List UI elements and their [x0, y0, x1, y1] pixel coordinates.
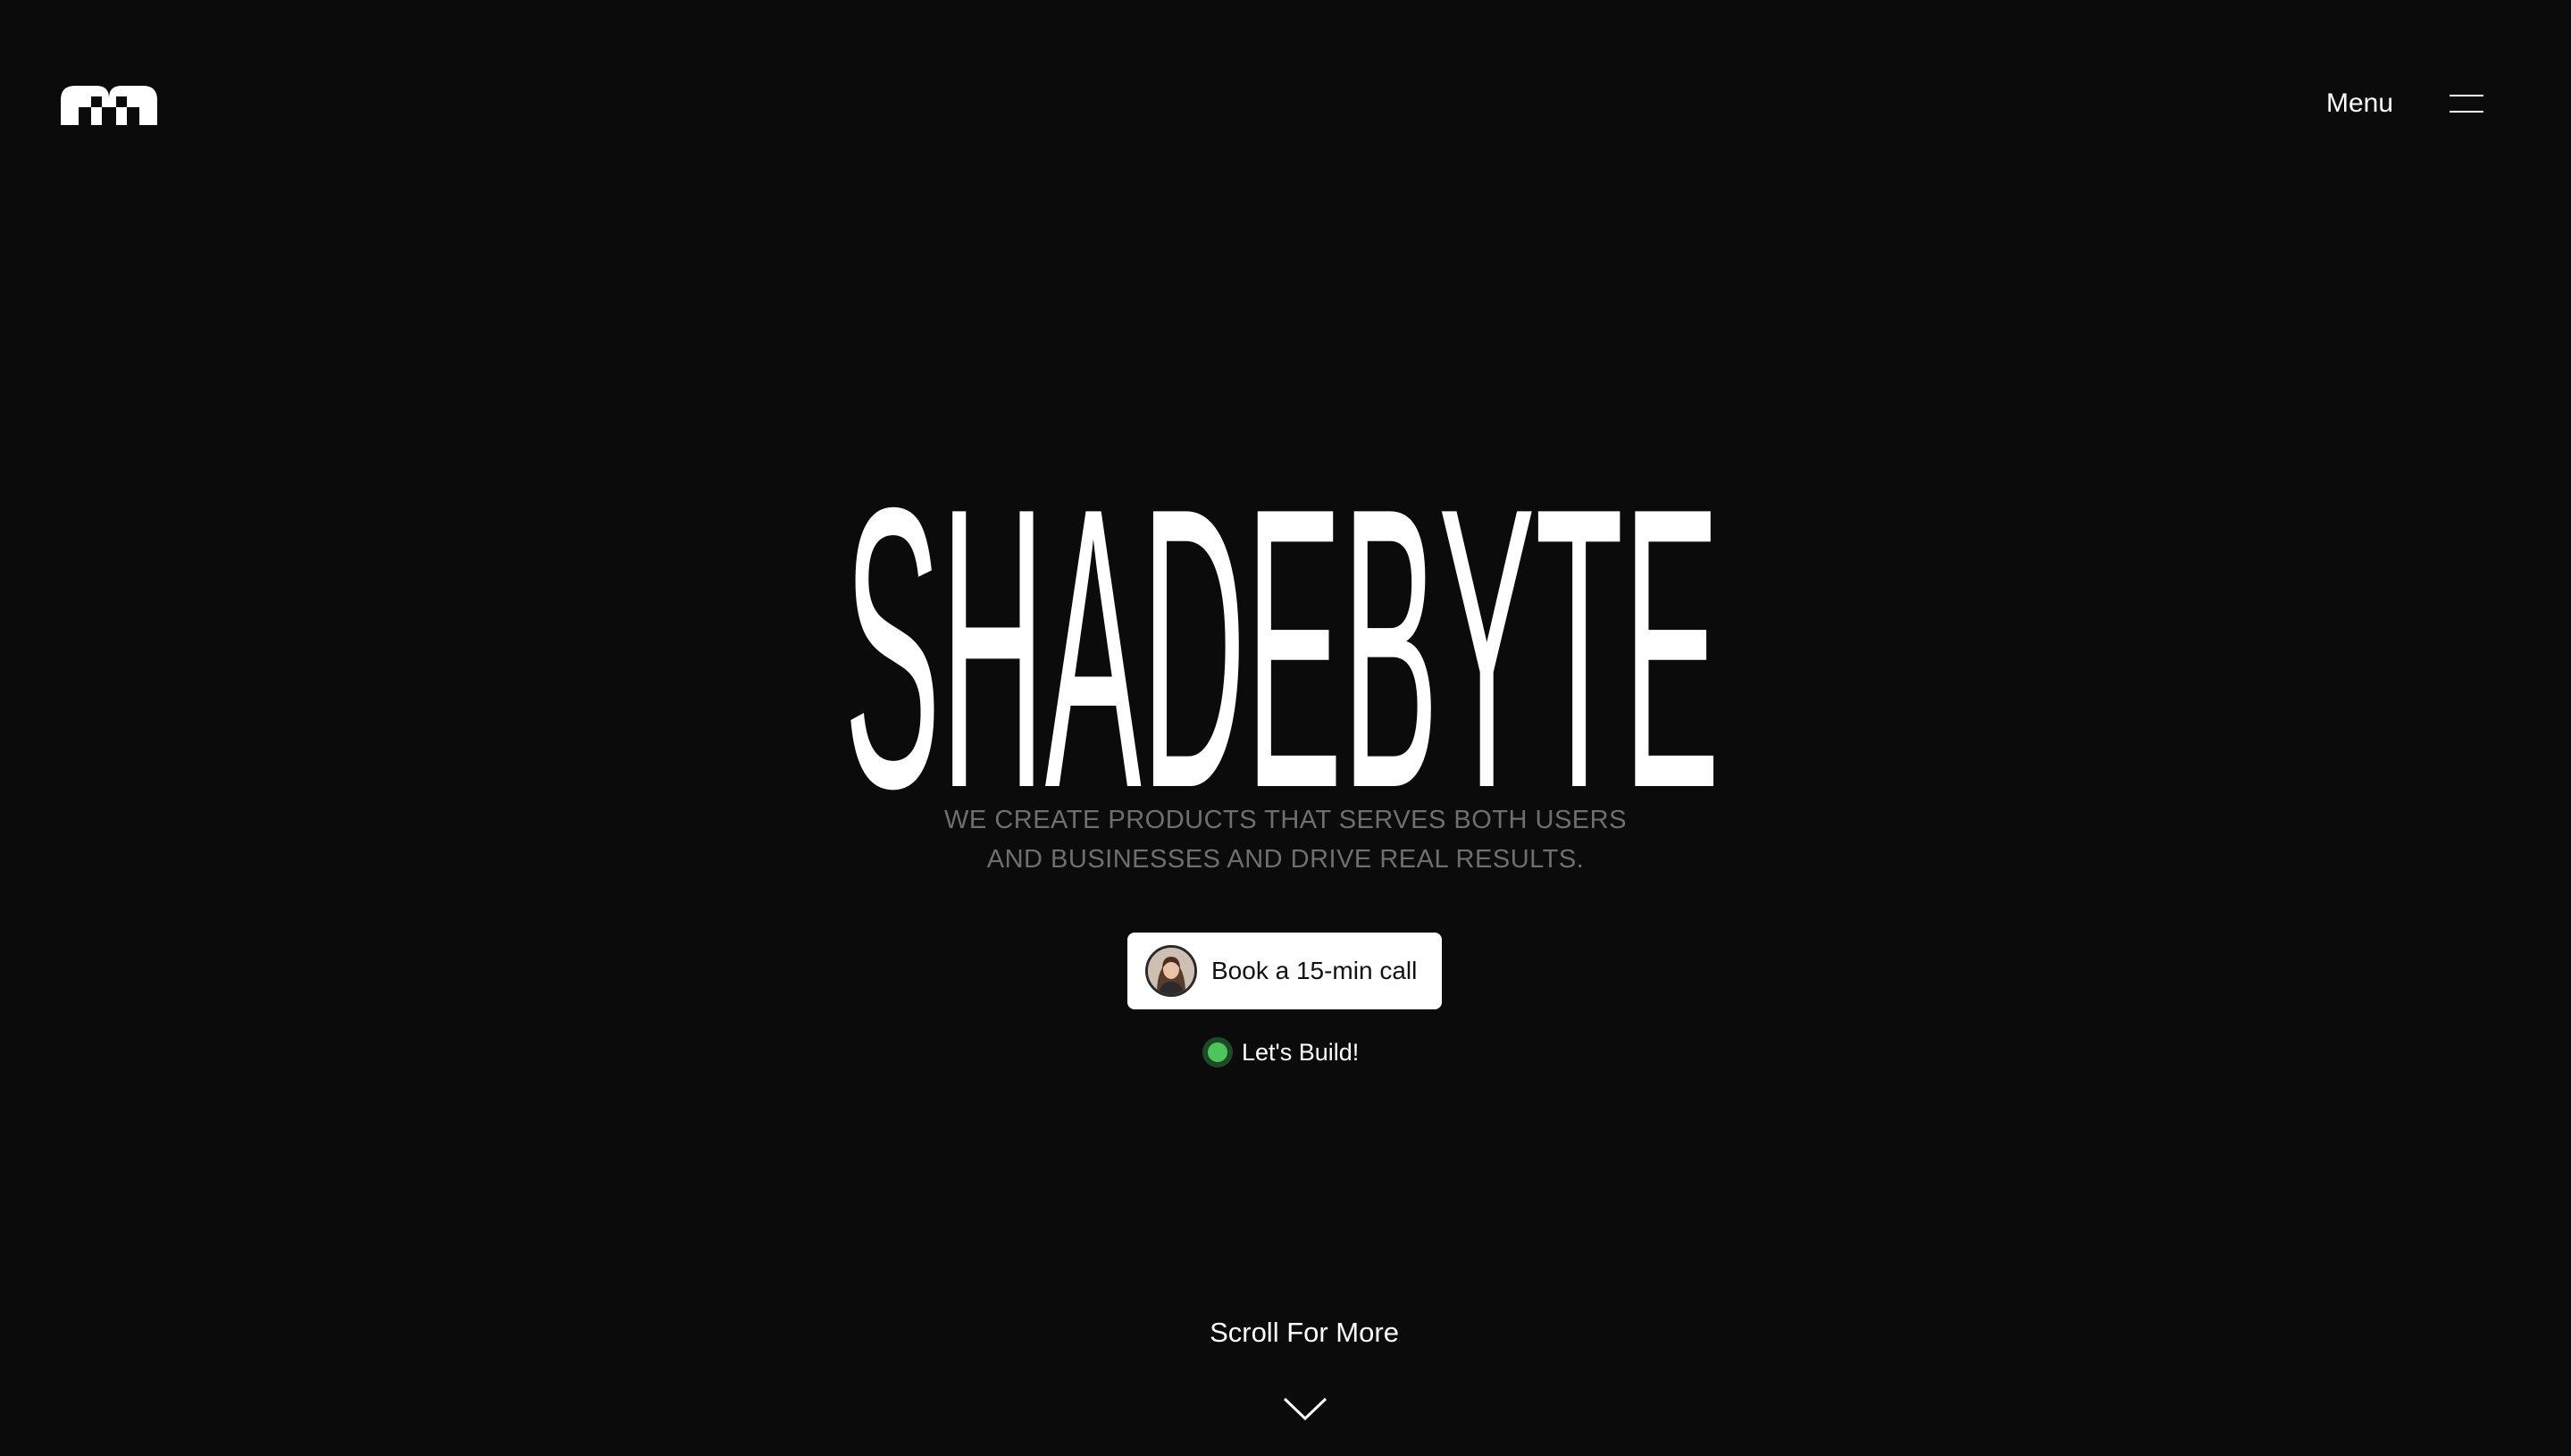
availability-status: Let's Build! — [1202, 1036, 1359, 1068]
scroll-hint-label: Scroll For More — [1210, 1317, 1399, 1348]
menu-button-label[interactable]: Menu — [2326, 88, 2393, 120]
chevron-down-icon[interactable] — [1283, 1395, 1327, 1422]
hero-title: SHADEBYTE — [840, 393, 1724, 795]
status-label: Let's Build! — [1242, 1038, 1360, 1066]
book-call-button[interactable]: Book a 15-min call — [1127, 933, 1442, 1009]
hamburger-line-bottom — [2450, 111, 2483, 113]
hero-tagline-line2: AND BUSINESSES AND DRIVE REAL RESULTS. — [986, 845, 1585, 874]
trademark-symbol: ™ — [145, 88, 154, 96]
hero-tagline-line1: WE CREATE PRODUCTS THAT SERVES BOTH USER… — [944, 806, 1627, 834]
hamburger-icon[interactable] — [2450, 93, 2483, 113]
status-dot-icon — [1202, 1037, 1233, 1067]
book-call-button-label: Book a 15-min call — [1211, 957, 1418, 984]
hero-tagline: WE CREATE PRODUCTS THAT SERVES BOTH USER… — [928, 800, 1643, 879]
brand-logo[interactable] — [61, 86, 157, 125]
avatar — [1145, 945, 1197, 997]
hero-title-text: SHADEBYTE — [844, 424, 1720, 795]
hamburger-line-top — [2450, 95, 2483, 96]
page: ™ Menu SHADEBYTE WE CREATE PRODUCTS THAT… — [0, 0, 2571, 1456]
brand-mark-icon — [61, 86, 157, 125]
